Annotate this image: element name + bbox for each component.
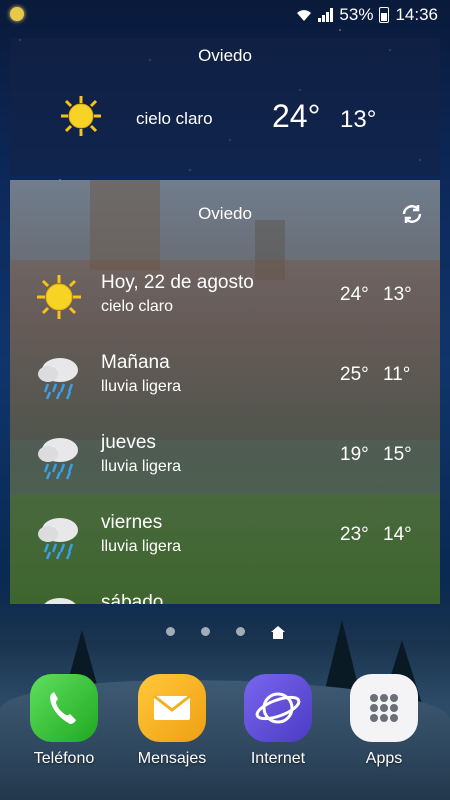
page-dot[interactable] <box>165 627 175 636</box>
cathedral-photo <box>90 180 160 270</box>
rain-cloud-icon <box>38 518 78 560</box>
forecast-condition: lluvia ligera <box>101 458 182 475</box>
browser-icon[interactable] <box>244 674 312 742</box>
forecast-high: 24° <box>340 284 369 305</box>
page-dot[interactable] <box>235 627 245 636</box>
city-name: Oviedo <box>198 46 252 65</box>
forecast-condition: lluvia ligera <box>101 538 182 555</box>
forecast-row[interactable]: sábado <box>10 584 440 604</box>
mail-icon[interactable] <box>138 674 206 742</box>
status-bar: 53% 14:36 <box>0 0 450 30</box>
current-low: 13° <box>340 106 377 133</box>
forecast-day: Mañana <box>101 352 170 373</box>
forecast-day: Hoy, 22 de agosto <box>101 272 254 293</box>
page-indicator <box>0 625 450 639</box>
weather-widget-forecast[interactable]: Oviedo Hoy, 22 de agosto cielo claro 24°… <box>10 180 440 604</box>
forecast-condition: lluvia ligera <box>101 378 182 395</box>
app-internet[interactable]: Internet <box>232 674 324 768</box>
page-dot[interactable] <box>200 627 210 636</box>
forecast-high: 25° <box>340 364 369 385</box>
sun-icon <box>61 96 101 136</box>
wifi-icon <box>297 10 312 21</box>
app-mensajes[interactable]: Mensajes <box>126 674 218 768</box>
rain-cloud-icon <box>38 438 78 480</box>
app-label: Mensajes <box>137 750 207 767</box>
apps-grid-icon[interactable] <box>350 674 418 742</box>
current-condition: cielo claro <box>136 109 213 128</box>
app-label: Internet <box>250 750 306 767</box>
forecast-low: 13° <box>383 284 412 305</box>
rain-cloud-icon <box>44 598 76 604</box>
forecast-condition: cielo claro <box>101 298 174 315</box>
refresh-icon[interactable] <box>400 202 424 226</box>
forecast-city: Oviedo <box>198 204 252 223</box>
forecast-day: viernes <box>101 512 163 533</box>
sun-icon <box>37 275 81 319</box>
battery-icon <box>379 7 390 23</box>
weather-notification-icon <box>10 7 24 21</box>
app-dock: Teléfono Mensajes Internet Apps <box>0 674 450 784</box>
app-apps[interactable]: Apps <box>338 674 430 768</box>
signal-icon <box>318 8 334 22</box>
battery-percent: 53% <box>339 5 374 24</box>
current-high: 24° <box>272 98 321 134</box>
weather-widget-current[interactable]: Oviedo cielo claro 24° 13° <box>10 38 440 176</box>
forecast-low: 15° <box>383 444 412 465</box>
app-label: Teléfono <box>33 750 95 767</box>
app-telefono[interactable]: Teléfono <box>18 674 110 768</box>
rain-cloud-icon <box>38 358 78 400</box>
forecast-row-today[interactable]: Hoy, 22 de agosto cielo claro 24° 13° <box>10 264 440 344</box>
forecast-row[interactable]: viernes lluvia ligera 23° 14° <box>10 504 440 584</box>
forecast-day: sábado <box>101 592 164 604</box>
home-page-icon[interactable] <box>270 625 285 639</box>
forecast-low: 14° <box>383 524 412 545</box>
forecast-high: 19° <box>340 444 369 465</box>
forecast-day: jueves <box>101 432 156 453</box>
clock: 14:36 <box>395 5 438 24</box>
forecast-high: 23° <box>340 524 369 545</box>
forecast-low: 11° <box>383 364 411 385</box>
app-label: Apps <box>365 750 403 767</box>
forecast-row[interactable]: Mañana lluvia ligera 25° 11° <box>10 344 440 424</box>
phone-icon[interactable] <box>30 674 98 742</box>
forecast-row[interactable]: jueves lluvia ligera 19° 15° <box>10 424 440 504</box>
